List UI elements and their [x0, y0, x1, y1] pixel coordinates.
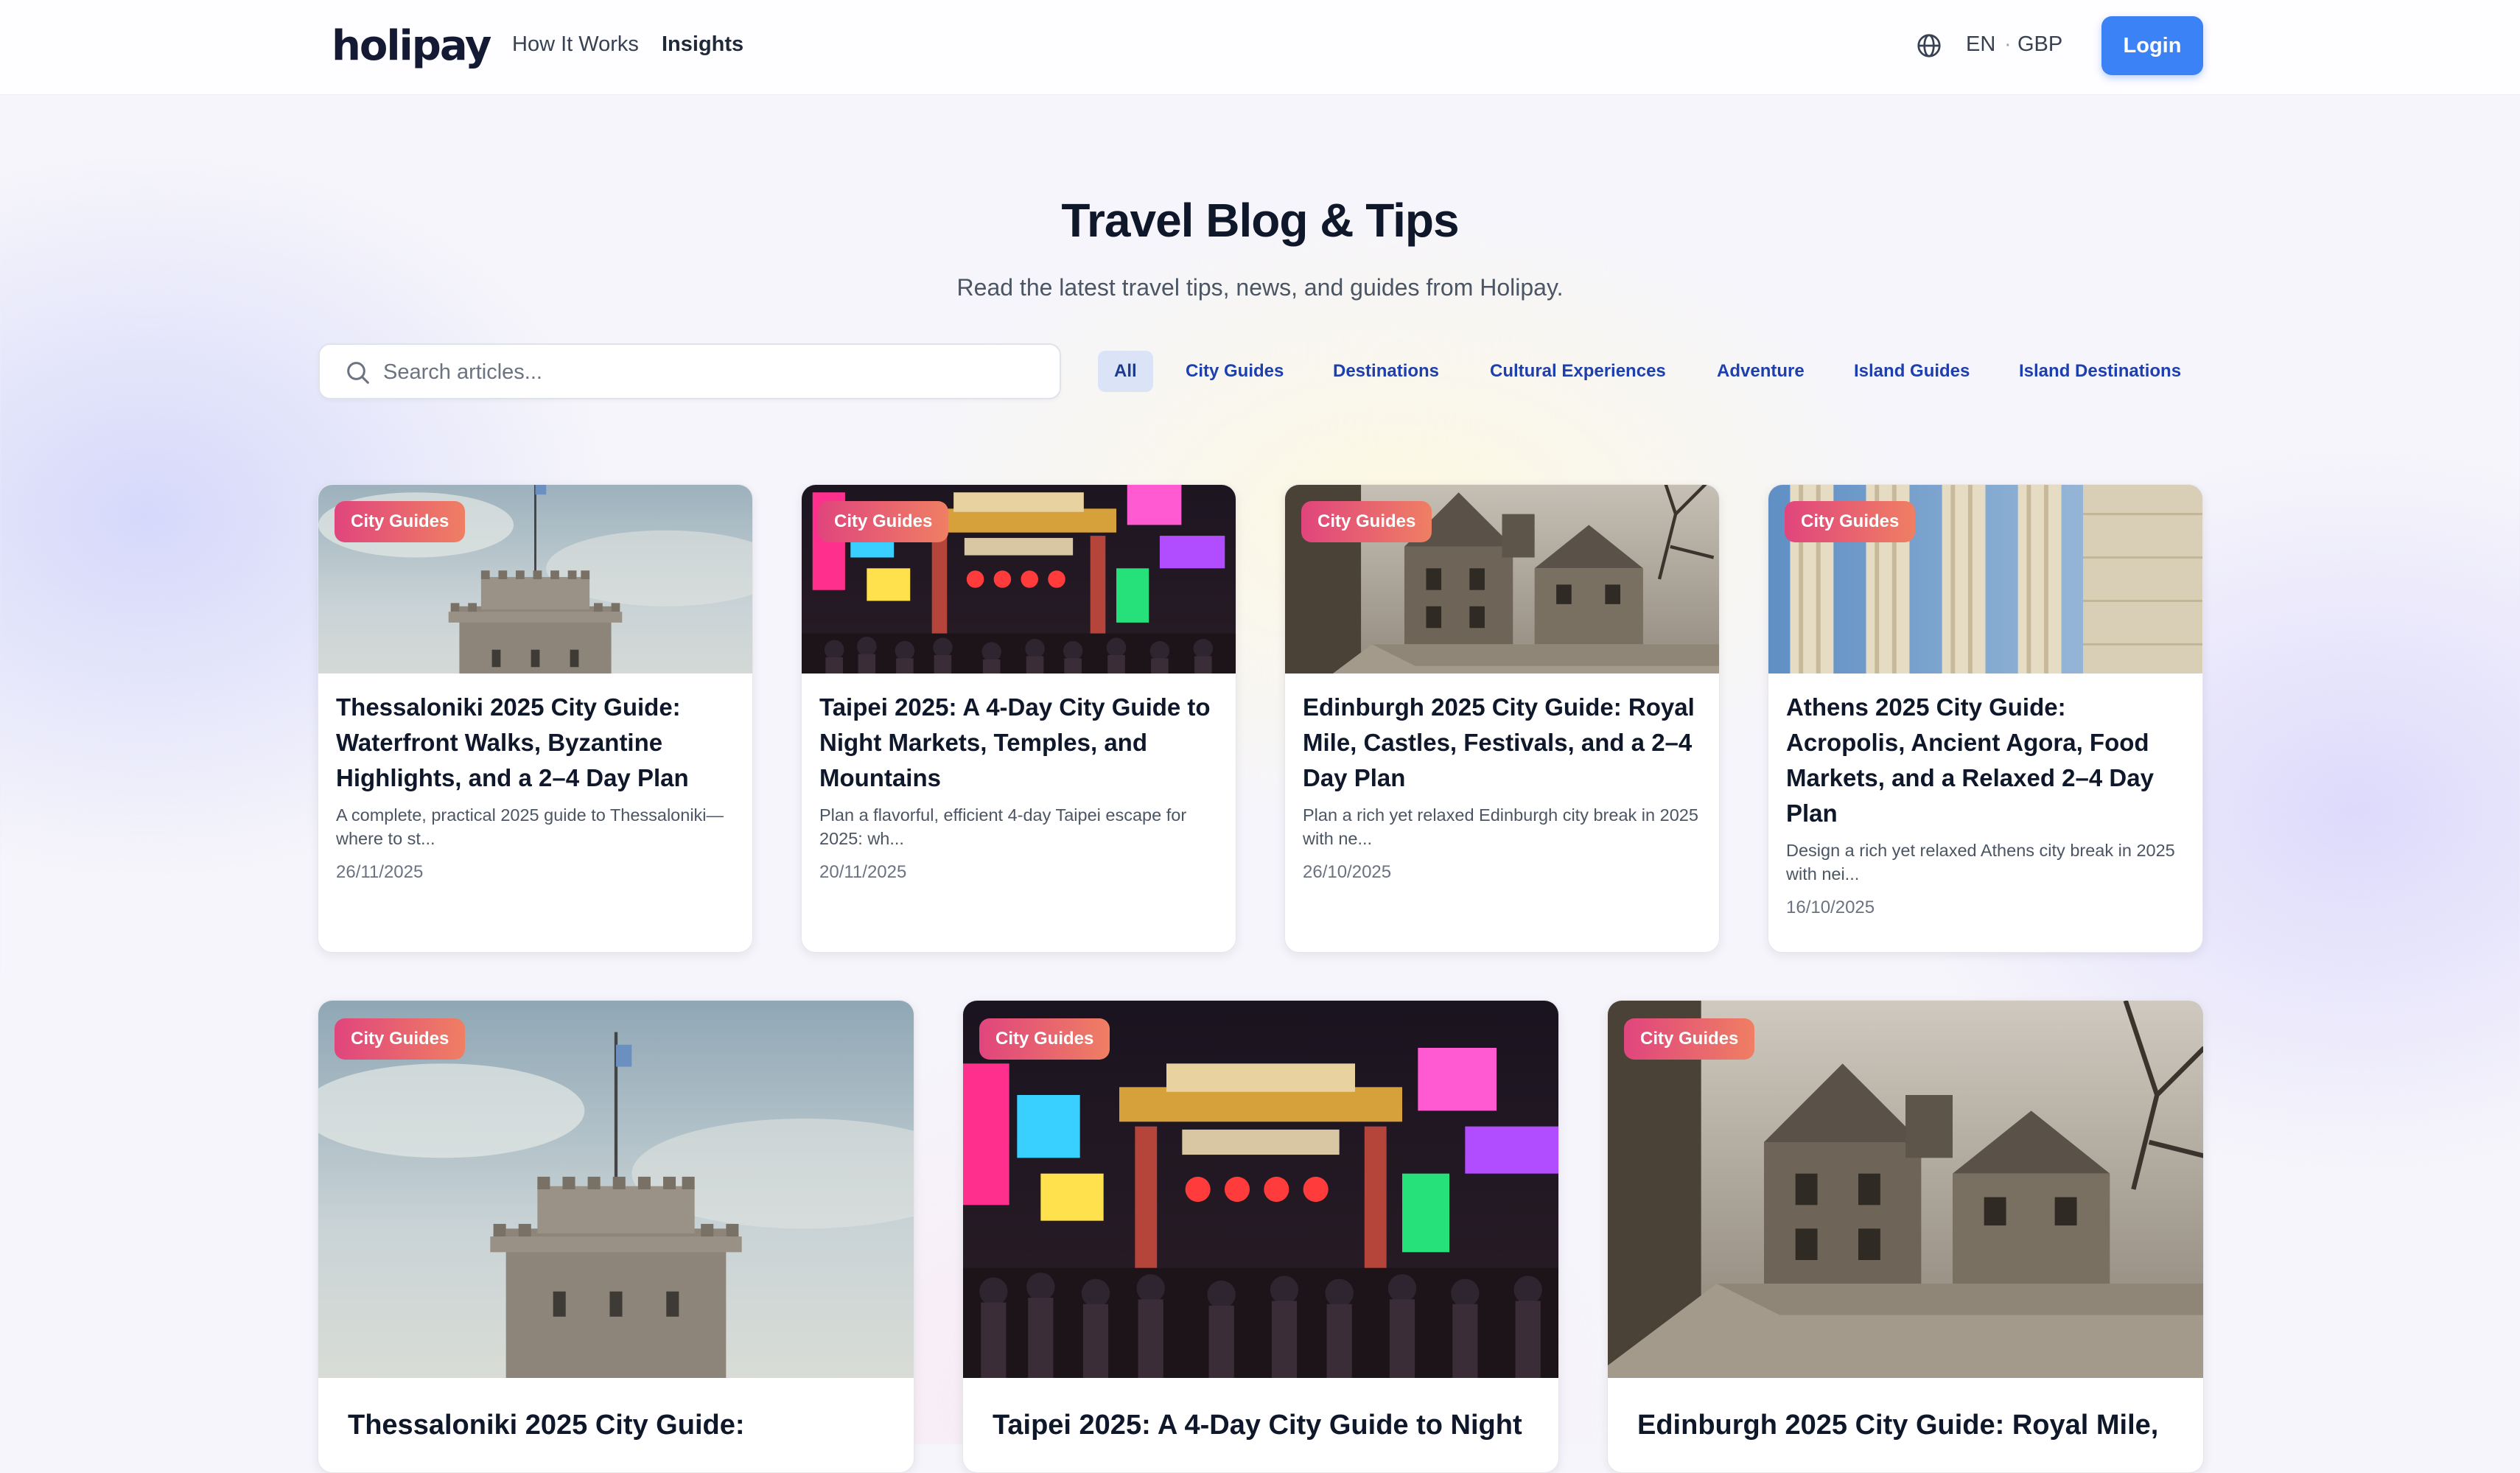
category-badge: City Guides [335, 501, 466, 542]
holipay-logo[interactable]: holipay [332, 22, 491, 70]
article-card[interactable]: City Guides Edinburgh 2025 City Guide: R… [1284, 484, 1720, 953]
featured-article-title[interactable]: Thessaloniki 2025 City Guide: [348, 1407, 896, 1443]
article-date: 16/10/2025 [1786, 898, 1875, 917]
category-badge: City Guides [818, 501, 949, 542]
article-card[interactable]: City Guides Taipei 2025: A 4-Day City Gu… [801, 484, 1236, 953]
filter-destinations[interactable]: Destinations [1317, 351, 1455, 392]
filter-cultural-experiences[interactable]: Cultural Experiences [1474, 351, 1682, 392]
category-badge: City Guides [1624, 1018, 1755, 1060]
search-icon [347, 362, 369, 384]
currency-selector[interactable]: GBP [2017, 32, 2062, 57]
featured-article-title[interactable]: Taipei 2025: A 4-Day City Guide to Night [993, 1407, 1541, 1443]
nav-how-it-works[interactable]: How It Works [512, 32, 639, 57]
category-badge: City Guides [335, 1018, 466, 1060]
nav-insights[interactable]: Insights [662, 32, 743, 57]
article-date: 20/11/2025 [819, 862, 907, 882]
featured-article-card[interactable]: City Guides Taipei 2025: A 4-Day City Gu… [962, 1000, 1559, 1473]
article-excerpt: Design a rich yet relaxed Athens city br… [1786, 841, 2175, 884]
filter-island-destinations[interactable]: Island Destinations [2003, 351, 2197, 392]
search-box [318, 343, 1061, 399]
featured-article-title[interactable]: Edinburgh 2025 City Guide: Royal Mile, [1637, 1407, 2185, 1443]
page-title: Travel Blog & Tips [1061, 194, 1459, 247]
category-badge: City Guides [979, 1018, 1110, 1060]
filter-city-guides[interactable]: City Guides [1169, 351, 1300, 392]
filter-all[interactable]: All [1098, 351, 1153, 392]
featured-article-card[interactable]: City Guides Edinburgh 2025 City Guide: R… [1607, 1000, 2204, 1473]
article-date: 26/10/2025 [1303, 862, 1392, 882]
top-navigation-bar: holipay How It Works Insights EN · GBP L… [0, 0, 2520, 95]
article-card[interactable]: City Guides Athens 2025 City Guide: Acro… [1768, 484, 2203, 953]
article-card[interactable]: City Guides Thessaloniki 2025 City Guide… [318, 484, 753, 953]
article-date: 26/11/2025 [336, 862, 424, 882]
filter-island-guides[interactable]: Island Guides [1838, 351, 1986, 392]
article-title[interactable]: Edinburgh 2025 City Guide: Royal Mile, C… [1303, 690, 1701, 796]
article-title[interactable]: Athens 2025 City Guide: Acropolis, Ancie… [1786, 690, 2185, 831]
category-badge: City Guides [1785, 501, 1916, 542]
article-title[interactable]: Thessaloniki 2025 City Guide: Waterfront… [336, 690, 735, 796]
article-title[interactable]: Taipei 2025: A 4-Day City Guide to Night… [819, 690, 1218, 796]
globe-icon[interactable] [1916, 32, 1942, 59]
page-subtitle: Read the latest travel tips, news, and g… [956, 274, 1564, 301]
article-excerpt: Plan a rich yet relaxed Edinburgh city b… [1303, 805, 1698, 848]
article-excerpt: A complete, practical 2025 guide to Thes… [336, 805, 724, 848]
article-excerpt: Plan a flavorful, efficient 4-day Taipei… [819, 805, 1187, 848]
featured-article-card[interactable]: City Guides Thessaloniki 2025 City Guide… [318, 1000, 914, 1473]
separator: · [2004, 32, 2012, 56]
filter-adventure[interactable]: Adventure [1701, 351, 1821, 392]
login-button[interactable]: Login [2101, 16, 2203, 75]
category-badge: City Guides [1301, 501, 1432, 542]
language-selector[interactable]: EN [1966, 32, 1995, 57]
search-input[interactable] [382, 355, 1033, 389]
